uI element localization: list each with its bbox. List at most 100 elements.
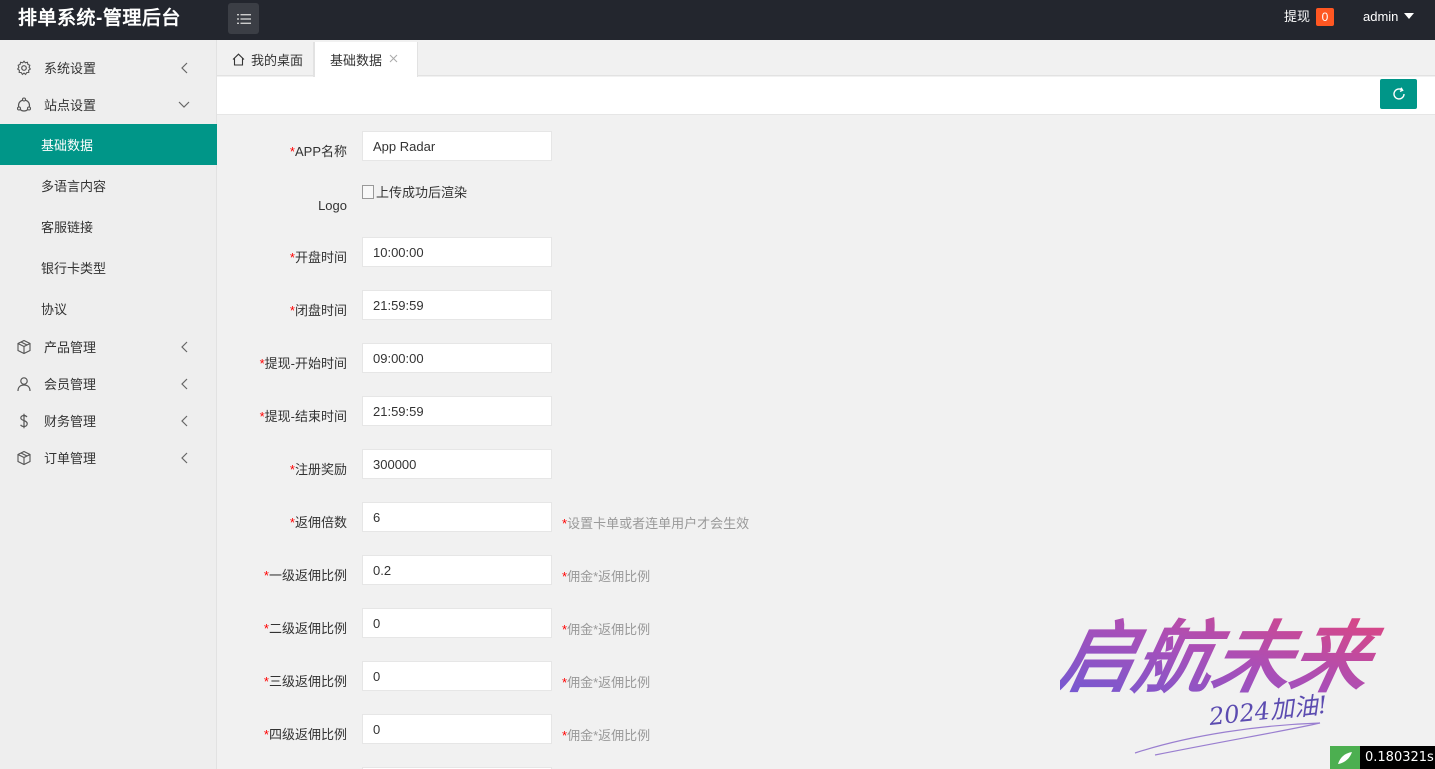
tab-label: 我的桌面 (251, 53, 304, 68)
sidebar-item-label: 系统设置 (44, 61, 97, 76)
content-toolbar (217, 77, 1435, 115)
form-tip: *设置卡单或者连单用户才会生效 (562, 516, 750, 531)
withdraw-link[interactable]: 提现 0 (1284, 0, 1335, 40)
form-label: Logo (318, 198, 347, 213)
refresh-button[interactable] (1380, 79, 1417, 109)
sidebar-subitem-label: 协议 (41, 302, 68, 317)
broken-image-icon (362, 184, 374, 199)
tab-home[interactable]: 我的桌面 (217, 42, 314, 77)
sidebar-item-system-settings[interactable]: 系统设置 (0, 49, 217, 86)
sidebar-subitem-label: 多语言内容 (41, 179, 107, 194)
sidebar-subitem-agreement[interactable]: 协议 (0, 288, 217, 329)
dollar-icon (15, 412, 32, 429)
close-icon[interactable] (387, 52, 399, 64)
sidebar-item-members[interactable]: 会员管理 (0, 365, 217, 402)
form-label: *提现-开始时间 (259, 356, 347, 371)
page-timer: 0.180321s (1330, 746, 1435, 769)
user-icon (15, 375, 32, 392)
sidebar-subitem-basic-data[interactable]: 基础数据 (0, 124, 217, 165)
form-row-withdraw-end: *提现-结束时间 (217, 396, 1435, 426)
withdraw-end-input[interactable] (362, 396, 552, 426)
refresh-icon (1392, 87, 1405, 100)
app-title: 排单系统-管理后台 (18, 8, 181, 29)
form-row-open-time: *开盘时间 (217, 237, 1435, 267)
form-row-level1-rate: *一级返佣比例 *佣金*返佣比例 (217, 555, 1435, 585)
sidebar-item-label: 站点设置 (44, 98, 97, 113)
sidebar-item-finance[interactable]: 财务管理 (0, 402, 217, 439)
form-tip: *佣金*返佣比例 (562, 728, 651, 743)
tab-basic-data[interactable]: 基础数据 (314, 42, 418, 77)
sidebar-subitem-label: 客服链接 (41, 220, 94, 235)
sidebar-item-label: 订单管理 (44, 451, 97, 466)
menu-toggle-button[interactable] (228, 3, 259, 34)
caret-down-icon (1404, 13, 1415, 19)
leaf-icon (1330, 746, 1360, 769)
form-row-level3-rate: *三级返佣比例 *佣金*返佣比例 (217, 661, 1435, 691)
sidebar-item-orders[interactable]: 订单管理 (0, 439, 217, 476)
withdraw-label: 提现 (1284, 9, 1311, 24)
form-row-level2-rate: *二级返佣比例 *佣金*返佣比例 (217, 608, 1435, 638)
tab-label: 基础数据 (330, 53, 383, 68)
sidebar-item-site-settings[interactable]: 站点设置 (0, 86, 217, 123)
form-row-withdraw-start: *提现-开始时间 (217, 343, 1435, 373)
form-label: *三级返佣比例 (263, 674, 347, 689)
form-row-register-reward: *注册奖励 (217, 449, 1435, 479)
chevron-left-icon (178, 341, 190, 353)
form-tip: *佣金*返佣比例 (562, 622, 651, 637)
sidebar: 系统设置 站点设置 基础数据 多语言内容 客服链接 银行卡类型 协议 产品管理 … (0, 40, 217, 769)
form-row-close-time: *闭盘时间 (217, 290, 1435, 320)
open-time-input[interactable] (362, 237, 552, 267)
box-icon (15, 449, 32, 466)
sidebar-subitem-multilang[interactable]: 多语言内容 (0, 165, 217, 206)
chevron-left-icon (178, 452, 190, 464)
form-label: *二级返佣比例 (263, 621, 347, 636)
sidebar-item-label: 财务管理 (44, 414, 97, 429)
chevron-left-icon (178, 378, 190, 390)
form-row-commission-multiple: *返佣倍数 *设置卡单或者连单用户才会生效 (217, 502, 1435, 532)
withdraw-count-badge: 0 (1316, 8, 1335, 26)
logo-image[interactable]: 上传成功后渲染 (362, 182, 467, 201)
level1-rate-input[interactable] (362, 555, 552, 585)
form-tip: *佣金*返佣比例 (562, 675, 651, 690)
level2-rate-input[interactable] (362, 608, 552, 638)
commission-multiple-input[interactable] (362, 502, 552, 532)
form-row-logo: Logo 上传成功后渲染 (217, 184, 1435, 214)
box-icon (15, 338, 32, 355)
form-label: *注册奖励 (289, 462, 347, 477)
form-label: *APP名称 (289, 144, 347, 159)
withdraw-start-input[interactable] (362, 343, 552, 373)
form-row-level4-rate: *四级返佣比例 *佣金*返佣比例 (217, 714, 1435, 744)
form-label: *闭盘时间 (289, 303, 347, 318)
form-tip: *佣金*返佣比例 (562, 569, 651, 584)
basic-data-form: *APP名称 Logo 上传成功后渲染 *开盘时间 *闭盘时间 *提现-开始时间… (217, 116, 1435, 769)
username: admin (1363, 9, 1399, 24)
sidebar-item-products[interactable]: 产品管理 (0, 328, 217, 365)
chevron-left-icon (178, 415, 190, 427)
form-label: *返佣倍数 (289, 515, 347, 530)
chevron-left-icon (178, 62, 190, 74)
sidebar-item-label: 产品管理 (44, 340, 97, 355)
sidebar-subitem-label: 银行卡类型 (41, 261, 107, 276)
form-label: *开盘时间 (289, 250, 347, 265)
tab-bar: 我的桌面 基础数据 (217, 40, 1435, 77)
user-menu[interactable]: admin (1363, 0, 1415, 40)
app-name-input[interactable] (362, 131, 552, 161)
sidebar-subitem-label: 基础数据 (41, 138, 94, 153)
list-icon (236, 13, 251, 24)
register-reward-input[interactable] (362, 449, 552, 479)
level3-rate-input[interactable] (362, 661, 552, 691)
form-row-app-name: *APP名称 (217, 131, 1435, 161)
form-label: *提现-结束时间 (259, 409, 347, 424)
form-label: *四级返佣比例 (263, 727, 347, 742)
chevron-down-icon (178, 99, 190, 111)
top-header: 排单系统-管理后台 提现 0 admin (0, 0, 1435, 40)
sidebar-subitem-bank-card-type[interactable]: 银行卡类型 (0, 247, 217, 288)
timer-value: 0.180321s (1365, 750, 1434, 765)
sidebar-subitem-service-link[interactable]: 客服链接 (0, 206, 217, 247)
site-icon (15, 96, 32, 113)
form-label: *一级返佣比例 (263, 568, 347, 583)
level4-rate-input[interactable] (362, 714, 552, 744)
gear-icon (15, 59, 32, 76)
close-time-input[interactable] (362, 290, 552, 320)
home-icon (232, 53, 245, 66)
